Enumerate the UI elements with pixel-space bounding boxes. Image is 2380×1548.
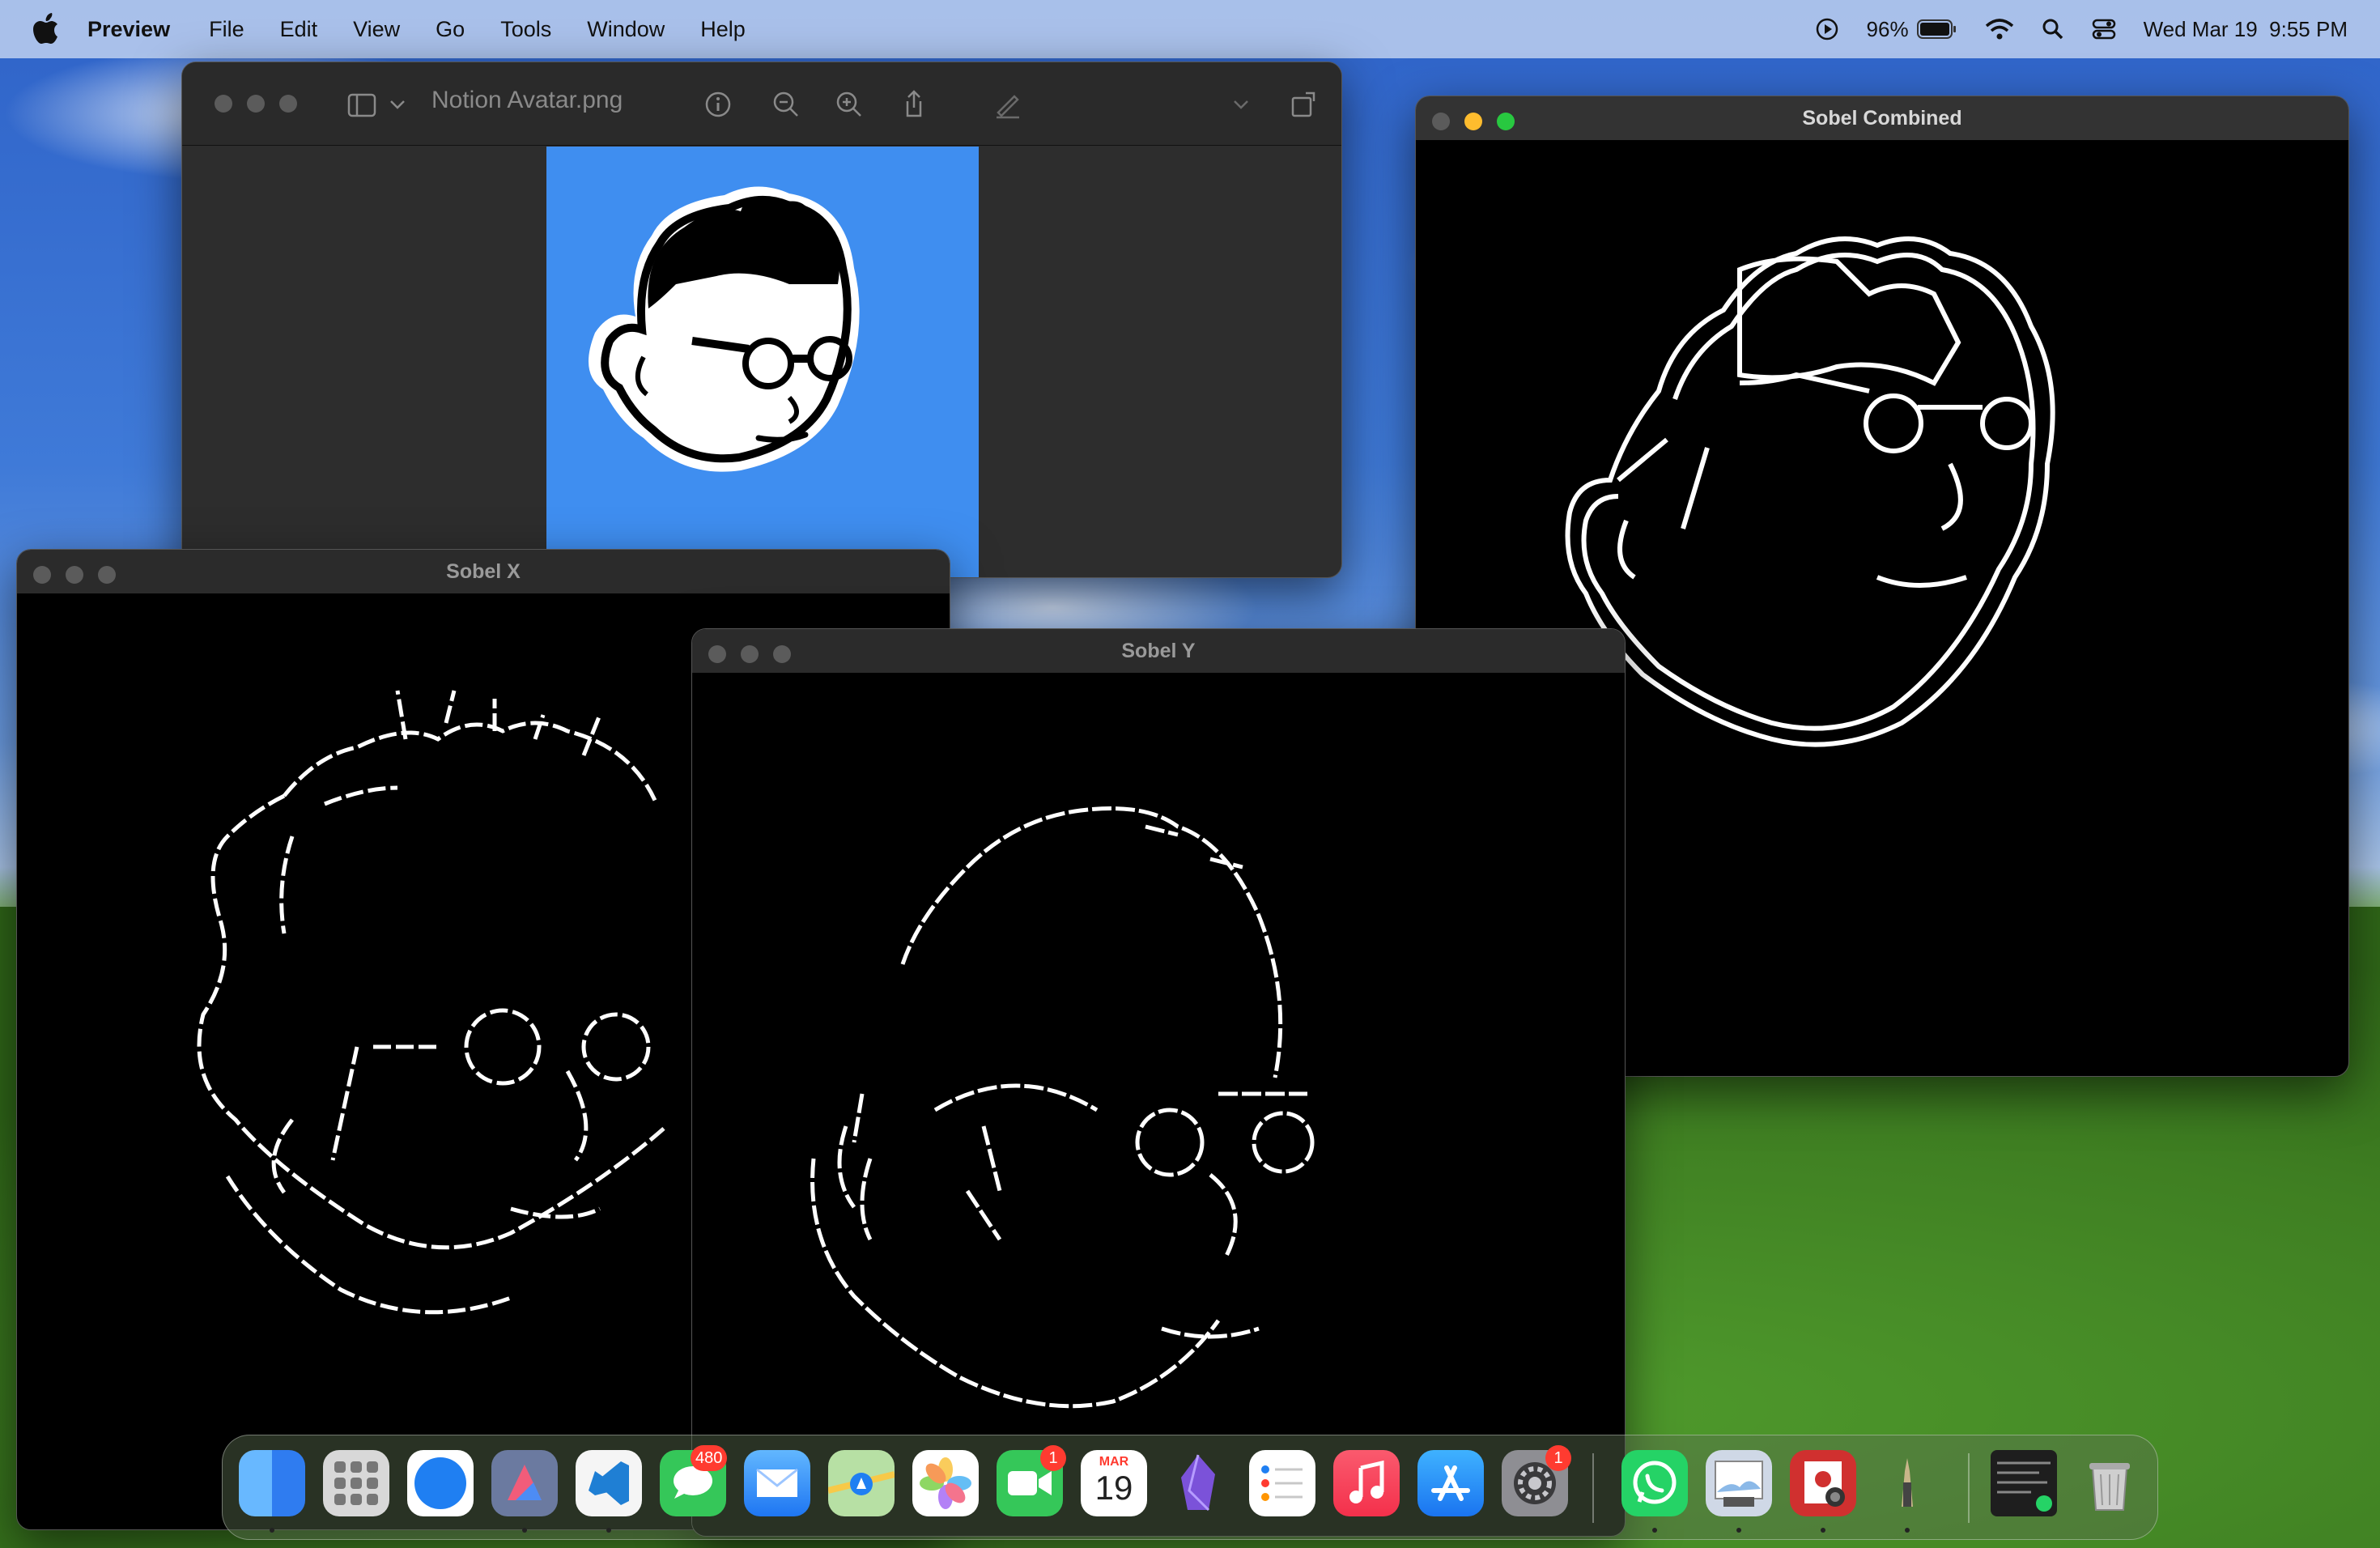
running-indicator xyxy=(606,1528,611,1533)
menu-view[interactable]: View xyxy=(353,17,400,42)
sobel-y-edges xyxy=(810,806,1315,1409)
whatsapp-icon[interactable] xyxy=(1621,1450,1688,1516)
vscode-icon[interactable] xyxy=(576,1450,642,1516)
messages-badge: 480 xyxy=(691,1445,728,1471)
preview-toolbar: Notion Avatar.png xyxy=(182,62,1341,146)
control-center-icon[interactable] xyxy=(2092,18,2116,40)
window-title: Sobel Combined xyxy=(1802,107,1962,130)
markup-pen-icon[interactable] xyxy=(992,88,1024,121)
sobel-y-image xyxy=(692,673,1625,1536)
maps-icon[interactable] xyxy=(828,1450,895,1516)
safari-icon[interactable] xyxy=(407,1450,474,1516)
menu-file[interactable]: File xyxy=(209,17,244,42)
dock-separator xyxy=(1592,1453,1594,1523)
zoom-in-icon[interactable] xyxy=(833,88,865,121)
search-icon[interactable] xyxy=(2042,18,2064,40)
battery-percent: 96% xyxy=(1866,16,1909,41)
zoom-out-icon[interactable] xyxy=(770,88,802,121)
reminders-icon[interactable] xyxy=(1249,1450,1315,1516)
window-title: Sobel X xyxy=(446,560,521,583)
play-icon[interactable] xyxy=(1815,17,1839,41)
pen-icon[interactable] xyxy=(1874,1450,1940,1516)
menu-go[interactable]: Go xyxy=(436,17,465,42)
system-settings-badge: 1 xyxy=(1545,1445,1571,1471)
calendar-month: MAR xyxy=(1099,1455,1129,1469)
window-title: Notion Avatar.png xyxy=(431,87,623,113)
calendar-icon[interactable]: MAR 19 xyxy=(1081,1450,1147,1516)
running-indicator xyxy=(1652,1528,1657,1533)
dock-separator xyxy=(1968,1453,1970,1523)
menu-window[interactable]: Window xyxy=(587,17,665,42)
music-icon[interactable] xyxy=(1333,1450,1400,1516)
photos-icon[interactable] xyxy=(912,1450,979,1516)
sidebar-icon[interactable] xyxy=(346,88,378,121)
window-title: Sobel Y xyxy=(1121,640,1196,662)
launchpad-icon[interactable] xyxy=(323,1450,389,1516)
close-button[interactable] xyxy=(215,95,232,113)
zoom-button[interactable] xyxy=(279,95,297,113)
menu-edit[interactable]: Edit xyxy=(280,17,318,42)
menu-bar: Preview File Edit View Go Tools Window H… xyxy=(0,0,2380,58)
trash-icon[interactable] xyxy=(2076,1450,2143,1516)
affinity-designer-icon[interactable] xyxy=(491,1450,558,1516)
chevron-down-icon[interactable] xyxy=(1225,88,1257,121)
preview-window[interactable]: Notion Avatar.png xyxy=(181,62,1342,578)
battery-icon xyxy=(1916,19,1956,39)
running-indicator xyxy=(1736,1528,1741,1533)
terminal-window-thumbnail[interactable] xyxy=(1991,1450,2057,1516)
minimize-button[interactable] xyxy=(247,95,265,113)
share-icon[interactable] xyxy=(898,88,930,121)
facetime-badge: 1 xyxy=(1040,1445,1066,1471)
dock: 480 1 MAR 19 1 xyxy=(222,1435,2158,1540)
chevron-down-icon[interactable] xyxy=(381,88,414,121)
wifi-icon[interactable] xyxy=(1985,18,2014,40)
calendar-day: 19 xyxy=(1094,1469,1133,1507)
photo-booth-icon[interactable] xyxy=(1790,1450,1856,1516)
running-indicator xyxy=(1905,1528,1910,1533)
running-indicator xyxy=(1821,1528,1825,1533)
menu-help[interactable]: Help xyxy=(700,17,746,42)
app-store-icon[interactable] xyxy=(1417,1450,1484,1516)
apple-icon[interactable] xyxy=(32,13,60,45)
running-indicator xyxy=(270,1528,274,1533)
sobel-y-window[interactable]: Sobel Y xyxy=(691,628,1626,1537)
avatar-image xyxy=(546,147,979,577)
rotate-icon[interactable] xyxy=(1288,88,1320,121)
menu-tools[interactable]: Tools xyxy=(500,17,551,42)
mail-icon[interactable] xyxy=(744,1450,810,1516)
obsidian-icon[interactable] xyxy=(1165,1450,1231,1516)
running-indicator xyxy=(522,1528,527,1533)
menu-clock[interactable]: Wed Mar 19 9:55 PM xyxy=(2144,17,2348,42)
preview-app-icon[interactable] xyxy=(1706,1450,1772,1516)
menu-app-name[interactable]: Preview xyxy=(87,17,170,42)
finder-icon[interactable] xyxy=(239,1450,305,1516)
avatar-illustration xyxy=(589,186,860,472)
battery-status[interactable]: 96% xyxy=(1867,17,1957,42)
info-icon[interactable] xyxy=(702,88,734,121)
